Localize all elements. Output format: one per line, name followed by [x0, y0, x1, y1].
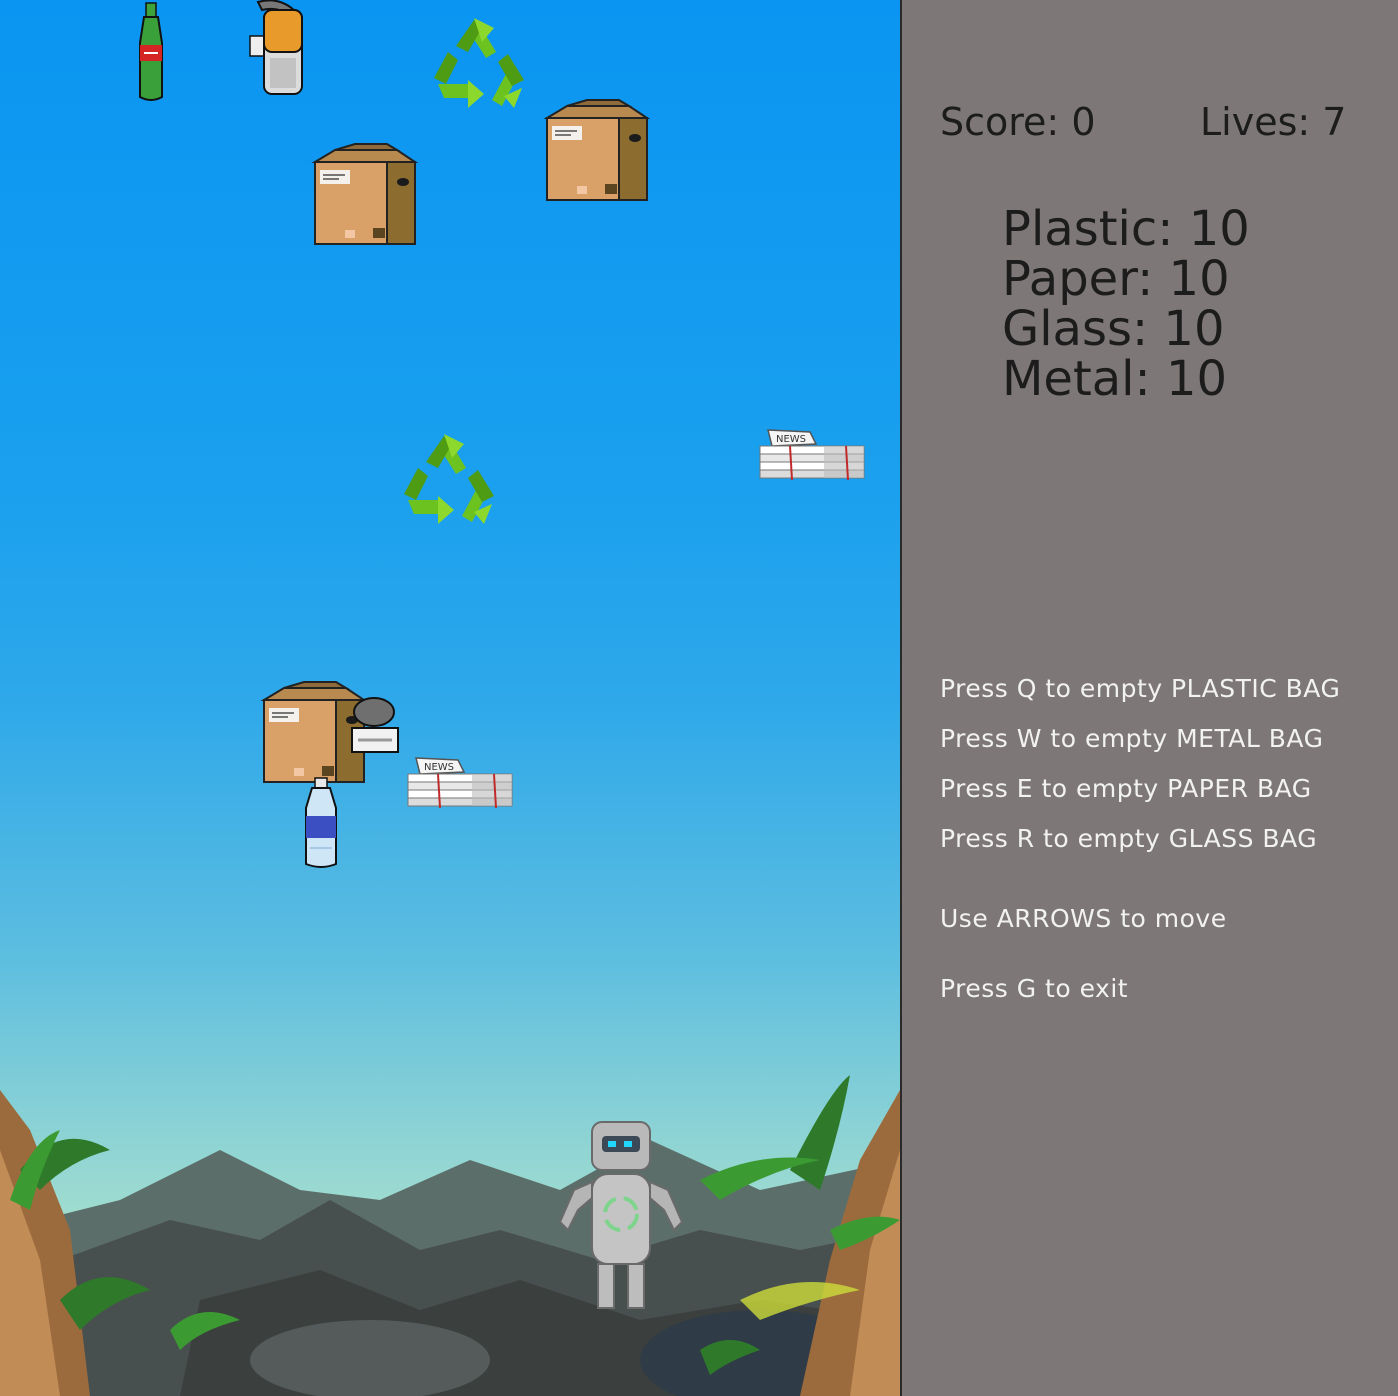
lives-label: Lives:: [1200, 100, 1311, 144]
newspaper-sprite: NEWS: [407, 757, 513, 809]
recycle-powerup-sprite: [404, 434, 494, 524]
bag-value: 10: [1165, 351, 1228, 407]
recycle-powerup-sprite: [434, 18, 524, 108]
water-bottle-sprite: [305, 777, 337, 868]
score-label: Score:: [940, 100, 1060, 144]
bag-value: 10: [1168, 251, 1230, 307]
svg-text:NEWS: NEWS: [424, 762, 454, 773]
svg-text:NEWS: NEWS: [776, 434, 806, 445]
playfield: NEWS NEWS: [0, 0, 900, 1396]
newspaper-sprite: NEWS: [759, 429, 865, 481]
landscape-background: [0, 1075, 900, 1396]
score-value: 0: [1071, 100, 1096, 144]
instruction-empty-paper: Press E to empty PAPER BAG: [940, 774, 1312, 803]
coke-bottle-sprite: [139, 2, 163, 101]
instruction-empty-glass: Press R to empty GLASS BAG: [940, 824, 1318, 853]
bag-value: 10: [1163, 301, 1225, 357]
cardboard-box-sprite: [314, 143, 416, 245]
bag-value: 10: [1188, 201, 1250, 257]
bag-count-paper: Paper: 10: [1002, 254, 1230, 304]
instruction-empty-metal: Press W to empty METAL BAG: [940, 724, 1324, 753]
cardboard-box-sprite: [546, 99, 648, 201]
score-display: Score: 0: [940, 100, 1096, 144]
bag-label: Metal:: [1002, 351, 1151, 407]
bag-label: Paper:: [1002, 251, 1154, 307]
bag-count-plastic: Plastic: 10: [1002, 204, 1250, 254]
cardboard-box-sprite: [263, 681, 365, 783]
battery-spray-sprite: [249, 0, 303, 95]
side-panel: Score: 0 Lives: 7 Plastic: 10 Paper: 10 …: [902, 0, 1398, 1396]
instruction-move: Use ARROWS to move: [940, 904, 1227, 933]
lives-display: Lives: 7: [1200, 100, 1346, 144]
instruction-empty-plastic: Press Q to empty PLASTIC BAG: [940, 674, 1341, 703]
bag-count-metal: Metal: 10: [1002, 354, 1227, 404]
bag-count-glass: Glass: 10: [1002, 304, 1224, 354]
game-area[interactable]: NEWS NEWS: [0, 0, 900, 1396]
instruction-exit: Press G to exit: [940, 974, 1129, 1003]
lives-value: 7: [1322, 100, 1347, 144]
bag-label: Glass:: [1002, 301, 1149, 357]
bag-label: Plastic:: [1002, 201, 1174, 257]
